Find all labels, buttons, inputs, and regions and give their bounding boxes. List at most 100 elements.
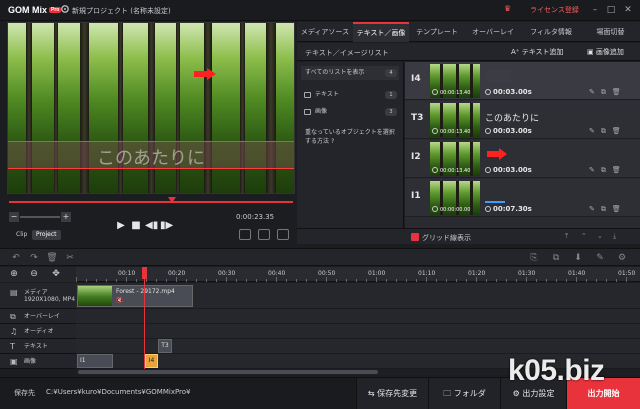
ruler-tick (316, 279, 317, 282)
aspect-icon[interactable] (258, 229, 270, 240)
marker-icon[interactable]: ⬇ (572, 252, 584, 264)
track-text: T テキスト (0, 339, 76, 354)
clock-icon (432, 89, 438, 95)
seek-handle[interactable] (168, 197, 176, 203)
add-text-button[interactable]: A⁺ テキスト追加 (511, 47, 564, 57)
list-item[interactable]: T3 00:00:13.40 このあたりに 00:03.00s ✎⧉🗑 (405, 101, 640, 139)
output-settings-icon: ⚙ (512, 389, 523, 398)
ruler-tick (336, 279, 337, 282)
ruler-tick (146, 279, 147, 282)
gear-icon[interactable] (60, 4, 70, 14)
panel-tabs: メディアソース テキスト／画像 テンプレート オーバーレイ フィルタ情報 場面切… (297, 22, 640, 42)
ruler-tick (136, 279, 137, 282)
red-arrow-overlay[interactable] (194, 68, 216, 80)
clip-thumbnail (78, 286, 112, 306)
text-icon: T (10, 342, 15, 351)
zoom-out-icon[interactable]: ⊖ (28, 268, 40, 280)
mute-icon[interactable]: 🔇 (116, 297, 123, 304)
change-destination-button[interactable]: ⇆ 保存先変更 (356, 378, 428, 409)
list-item[interactable]: I4 00:00:13.40 00:03.00s ✎⧉🗑 (405, 62, 640, 100)
next-frame-icon[interactable]: ▮▶ (160, 220, 173, 232)
zoom-out-button[interactable]: − (9, 212, 19, 222)
fit-icon[interactable]: ✥ (50, 268, 62, 280)
move-up-icon[interactable]: ⌃ (581, 232, 587, 240)
track-audio: ♫ オーディオ (0, 324, 76, 339)
project-mode-button[interactable]: Project (32, 230, 61, 240)
list-footer (297, 228, 405, 244)
ruler-tick (536, 279, 537, 282)
add-media-icon[interactable]: ⎘ (528, 252, 540, 264)
folder-button[interactable]: 🗀 フォルダ (428, 378, 500, 409)
item-actions[interactable]: ✎⧉🗑 (589, 205, 627, 214)
add-image-button[interactable]: ▣ 画像追加 (587, 47, 624, 57)
text-clip-t3[interactable]: T3 (158, 339, 172, 353)
snapshot-icon[interactable] (239, 229, 251, 240)
change-folder-icon: ⇆ (367, 389, 378, 398)
settings-icon[interactable]: ⚙ (616, 252, 628, 264)
image-clip-i1[interactable]: I1 (77, 354, 113, 368)
media-clip[interactable]: Forest - 29172.mp4 🔇 (77, 285, 193, 307)
ruler-tick (86, 279, 87, 282)
delete-icon[interactable]: 🗑 (46, 252, 58, 264)
zoom-slider[interactable] (20, 216, 60, 218)
ruler-tick (236, 279, 237, 282)
tab-template[interactable]: テンプレート (409, 22, 465, 42)
play-icon[interactable]: ▶ (115, 220, 127, 232)
seek-bar[interactable] (9, 201, 293, 203)
tab-transition[interactable]: 場面切替 (581, 22, 640, 42)
add-text-icon: A⁺ (511, 48, 522, 56)
tab-overlay[interactable]: オーバーレイ (465, 22, 521, 42)
minimize-button[interactable]: – (588, 3, 602, 17)
undo-icon[interactable]: ↶ (10, 252, 22, 264)
split-icon[interactable]: ✂ (64, 252, 76, 264)
tab-filter[interactable]: フィルタ情報 (521, 22, 581, 42)
ruler-tick (356, 279, 357, 282)
ruler-tick (76, 277, 77, 282)
ruler-tick (496, 279, 497, 282)
zoom-in-icon[interactable]: ⊕ (8, 268, 20, 280)
move-down-icon[interactable]: ⌄ (597, 232, 603, 240)
tab-text-image[interactable]: テキスト／画像 (353, 22, 409, 42)
list-text[interactable]: テキスト 1 (301, 88, 399, 102)
lane-overlay[interactable] (76, 309, 640, 324)
grid-checkbox[interactable] (411, 233, 419, 241)
lane-audio[interactable] (76, 324, 640, 339)
ruler-tick (506, 279, 507, 282)
arrow-image-preview (487, 148, 507, 160)
list-image[interactable]: 画像 3 (301, 105, 399, 119)
ruler-tick (256, 279, 257, 282)
zoom-in-button[interactable]: + (61, 212, 71, 222)
save-label: 保存先 (14, 389, 35, 397)
close-button[interactable]: ✕ (621, 3, 635, 17)
ruler-tick (466, 279, 467, 282)
edit-icon[interactable]: ✎ (594, 252, 606, 264)
prev-frame-icon[interactable]: ◀▮ (145, 220, 158, 232)
item-actions[interactable]: ✎⧉🗑 (589, 88, 627, 97)
list-item[interactable]: I1 00:00:00.00 00:07.30s ✎⧉🗑 (405, 179, 640, 217)
ruler-tick (386, 279, 387, 282)
redo-icon[interactable]: ↷ (28, 252, 40, 264)
maximize-button[interactable]: □ (604, 3, 618, 17)
video-preview[interactable]: このあたりに (7, 22, 295, 194)
app-logo: GOM Mix Pro (8, 5, 62, 15)
list-item[interactable]: I2 00:00:13.40 00:03.00s ✎⧉🗑 (405, 140, 640, 178)
timeline-ruler[interactable]: 00:10 00:20 00:30 00:40 00:50 01:00 01:1… (76, 267, 640, 282)
item-actions[interactable]: ✎⧉🗑 (589, 127, 627, 136)
ruler-tick (546, 279, 547, 282)
transport-controls: ▶ ■ ◀▮ ▮▶ (115, 220, 189, 232)
license-register-link[interactable]: ライセンス登録 (530, 5, 579, 15)
snap-icon[interactable]: ⧉ (550, 252, 562, 264)
overlap-hint-link[interactable]: 重なっているオブジェクトを選択する方法 ? (305, 128, 400, 146)
preview-zoom[interactable]: − + (9, 212, 71, 222)
image-clip-i4[interactable]: I4 (145, 354, 158, 368)
tab-media-source[interactable]: メディアソース (297, 22, 353, 42)
clip-mode-button[interactable]: Clip (12, 230, 31, 240)
fullscreen-icon[interactable] (277, 229, 289, 240)
move-bottom-icon[interactable]: ⤓ (613, 232, 616, 241)
stop-icon[interactable]: ■ (130, 220, 142, 232)
move-top-icon[interactable]: ⤒ (565, 232, 568, 241)
playhead-handle[interactable] (142, 267, 147, 279)
item-actions[interactable]: ✎⧉🗑 (589, 166, 627, 175)
list-all[interactable]: すべてのリストを表示 4 (301, 66, 399, 80)
preview-caption: このあたりに (97, 148, 205, 169)
